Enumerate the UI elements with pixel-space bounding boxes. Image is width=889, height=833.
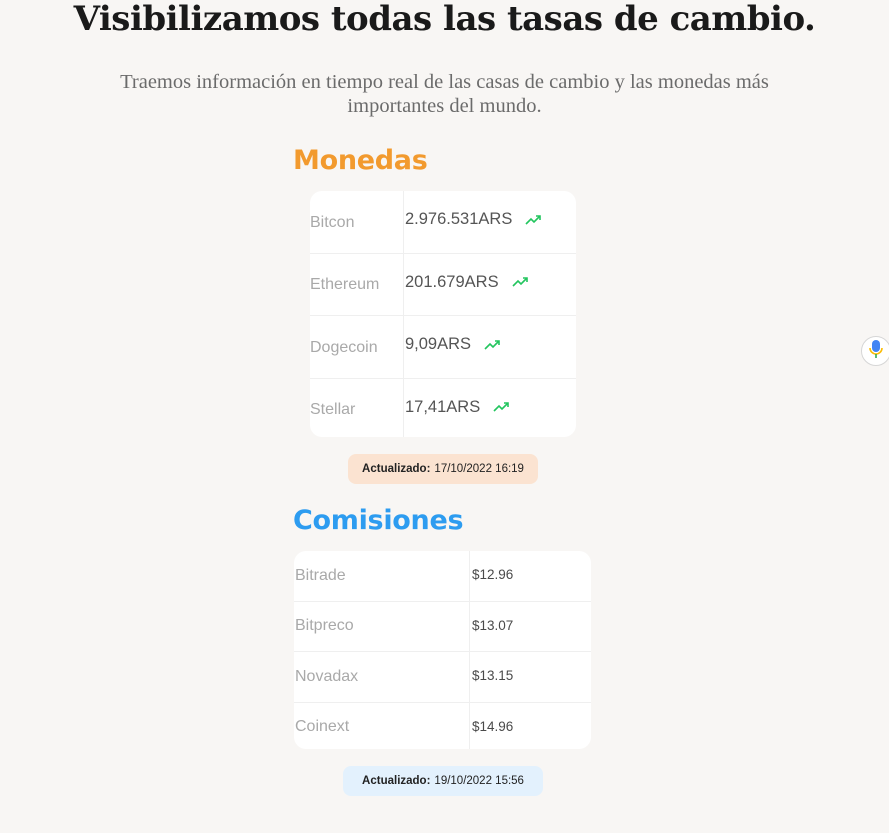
coin-value: 17,41ARS: [405, 397, 481, 416]
coin-value-cell: 9,09ARS: [404, 316, 500, 378]
updated-timestamp: 17/10/2022 16:19: [434, 463, 524, 475]
trending-up-icon: [525, 214, 542, 225]
comisiones-updated-badge: Actualizado: 19/10/2022 15:56: [343, 766, 543, 796]
exchange-fee: $13.15: [472, 668, 514, 684]
coin-name: Ethereum: [310, 253, 404, 315]
coin-value-cell: 17,41ARS: [404, 379, 510, 438]
updated-label: Actualizado:: [362, 463, 431, 475]
exchange-name: Coinext: [294, 702, 470, 749]
microphone-button[interactable]: [861, 336, 889, 366]
monedas-table: Bitcon 2.976.531ARS Ethereum 201.679ARS …: [310, 191, 576, 437]
coin-value: 201.679ARS: [405, 272, 499, 291]
coin-value-cell: 201.679ARS: [404, 254, 528, 316]
coin-name: Stellar: [310, 378, 404, 437]
exchange-fee: $13.07: [472, 617, 514, 633]
coin-value: 2.976.531ARS: [405, 210, 513, 229]
table-row: Stellar 17,41ARS: [310, 378, 576, 438]
page-subtitle: Traemos información en tiempo real de la…: [120, 71, 769, 117]
comisiones-heading: Comisiones: [293, 505, 464, 536]
updated-timestamp: 19/10/2022 15:56: [434, 775, 524, 787]
table-row: Bitcon 2.976.531ARS: [310, 191, 576, 254]
coin-value-cell: 2.976.531ARS: [404, 191, 542, 253]
comisiones-table: Bitrade $12.96 Bitpreco $13.07 Novadax $…: [294, 551, 591, 749]
updated-label: Actualizado:: [362, 775, 431, 787]
exchange-fee: $12.96: [472, 567, 514, 583]
table-row: Bitpreco $13.07: [294, 601, 591, 652]
page-title: Visibilizamos todas las tasas de cambio.: [73, 0, 816, 39]
table-row: Bitrade $12.96: [294, 551, 591, 602]
trending-up-icon: [512, 277, 528, 287]
monedas-heading: Monedas: [293, 145, 428, 176]
coin-name: Dogecoin: [310, 316, 404, 378]
table-row: Ethereum 201.679ARS: [310, 253, 576, 316]
microphone-icon: [869, 339, 883, 363]
monedas-updated-badge: Actualizado: 17/10/2022 16:19: [348, 454, 538, 484]
coin-name: Bitcon: [310, 191, 404, 253]
coin-value: 9,09ARS: [405, 335, 472, 354]
table-row: Coinext $14.96: [294, 702, 591, 749]
exchange-fee: $14.96: [472, 718, 514, 734]
exchange-name: Bitpreco: [294, 601, 470, 651]
exchange-name: Bitrade: [294, 551, 470, 601]
trending-up-icon: [484, 339, 500, 350]
trending-up-icon: [493, 402, 510, 412]
table-row: Novadax $13.15: [294, 652, 591, 703]
exchange-name: Novadax: [294, 652, 470, 702]
table-row: Dogecoin 9,09ARS: [310, 316, 576, 379]
